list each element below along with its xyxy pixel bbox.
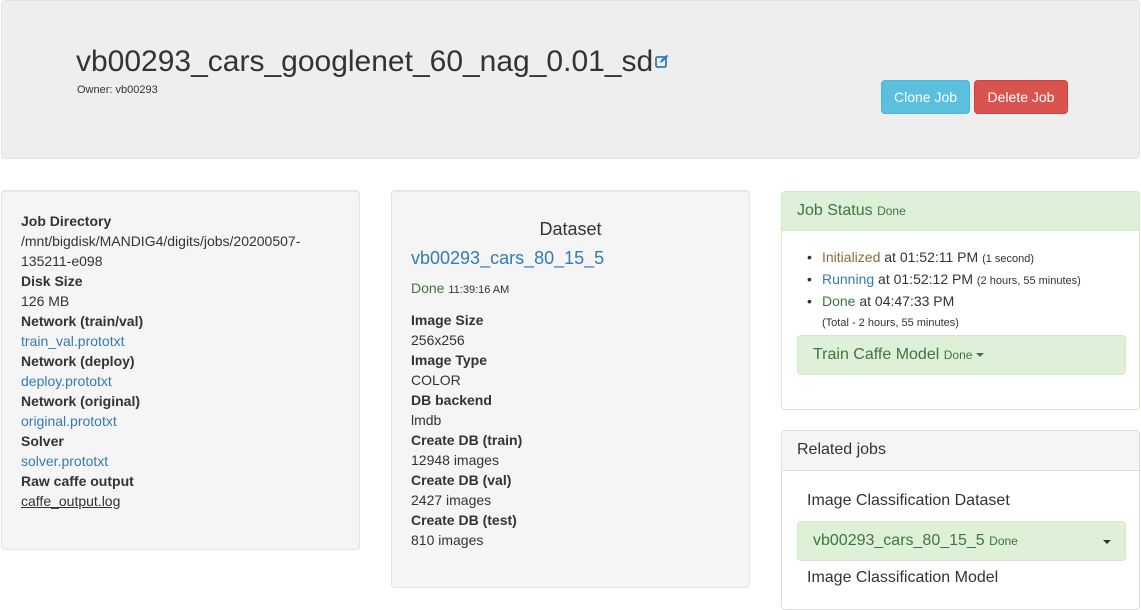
db-backend-label: DB backend xyxy=(411,392,492,408)
db-backend-value: lmdb xyxy=(411,412,442,428)
image-type-value: COLOR xyxy=(411,372,461,388)
status-item-initialized: Initialized at 01:52:11 PM (1 second) xyxy=(807,247,1081,269)
original-prototxt-link[interactable]: original.prototxt xyxy=(21,413,117,429)
status-list: Initialized at 01:52:11 PM (1 second) Ru… xyxy=(807,247,1081,333)
disk-size-label: Disk Size xyxy=(21,273,83,289)
dataset-heading: Dataset xyxy=(539,219,602,239)
job-info-well: Job Directory /mnt/bigdisk/MANDIG4/digit… xyxy=(1,190,360,550)
solver-prototxt-link[interactable]: solver.prototxt xyxy=(21,453,108,469)
clone-job-button[interactable]: Clone Job xyxy=(881,80,970,114)
create-db-train-value: 12948 images xyxy=(411,452,499,468)
caret-down-icon xyxy=(976,352,985,357)
job-status-panel: Job Status Done Initialized at 01:52:11 … xyxy=(781,191,1140,410)
raw-output-label: Raw caffe output xyxy=(21,473,134,489)
related-jobs-panel: Related jobs Image Classification Datase… xyxy=(781,430,1140,610)
disk-size-value: 126 MB xyxy=(21,293,70,309)
job-status-heading: Job Status Done xyxy=(782,192,1139,231)
job-directory-label: Job Directory xyxy=(21,213,112,229)
create-db-test-label: Create DB (test) xyxy=(411,512,517,528)
status-item-done: Done at 04:47:33 PM xyxy=(807,291,1081,311)
dataset-status: Done 11:39:16 AM xyxy=(411,280,510,296)
caret-down-icon xyxy=(1103,540,1111,544)
network-trainval-label: Network (train/val) xyxy=(21,313,144,329)
create-db-val-value: 2427 images xyxy=(411,492,492,508)
caffe-output-log-link[interactable]: caffe_output.log xyxy=(21,493,120,509)
related-model-label: Image Classification Model xyxy=(807,569,999,586)
network-original-label: Network (original) xyxy=(21,393,141,409)
network-deploy-label: Network (deploy) xyxy=(21,353,135,369)
edit-icon[interactable] xyxy=(655,42,669,76)
delete-job-button[interactable]: Delete Job xyxy=(974,80,1068,114)
job-title-text: vb00293_cars_googlenet_60_nag_0.01_sd xyxy=(76,45,654,78)
related-dataset-label: Image Classification Dataset xyxy=(807,492,1010,509)
job-directory-value: /mnt/bigdisk/MANDIG4/digits/jobs/2020050… xyxy=(21,233,301,269)
dataset-well: Dataset vb00293_cars_80_15_5 Done 11:39:… xyxy=(391,190,750,588)
job-header: vb00293_cars_googlenet_60_nag_0.01_sd Ow… xyxy=(1,0,1140,159)
related-jobs-heading: Related jobs xyxy=(782,431,1139,471)
train-caffe-model-dropdown[interactable]: Train Caffe Model Done xyxy=(797,335,1126,375)
dataset-link[interactable]: vb00293_cars_80_15_5 xyxy=(411,248,730,268)
trainval-prototxt-link[interactable]: train_val.prototxt xyxy=(21,333,125,349)
deploy-prototxt-link[interactable]: deploy.prototxt xyxy=(21,373,112,389)
image-size-value: 256x256 xyxy=(411,332,465,348)
owner-label: Owner: vb00293 xyxy=(77,84,158,96)
status-item-running: Running at 01:52:12 PM (2 hours, 55 minu… xyxy=(807,269,1081,291)
page-title: vb00293_cars_googlenet_60_nag_0.01_sd xyxy=(76,45,669,80)
status-total: (Total - 2 hours, 55 minutes) xyxy=(822,317,959,329)
image-type-label: Image Type xyxy=(411,352,487,368)
related-dataset-dropdown[interactable]: vb00293_cars_80_15_5 Done xyxy=(797,521,1126,561)
create-db-train-label: Create DB (train) xyxy=(411,432,523,448)
image-size-label: Image Size xyxy=(411,312,484,328)
create-db-val-label: Create DB (val) xyxy=(411,472,512,488)
create-db-test-value: 810 images xyxy=(411,532,484,548)
solver-label: Solver xyxy=(21,433,64,449)
